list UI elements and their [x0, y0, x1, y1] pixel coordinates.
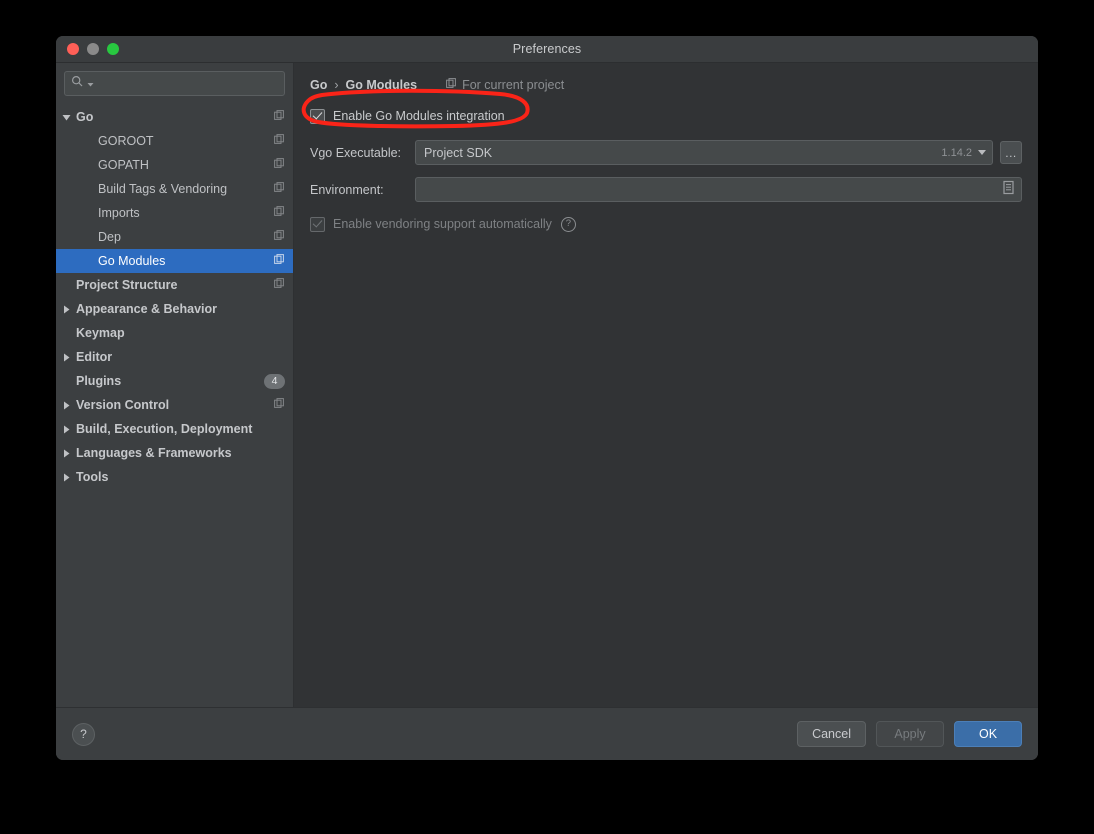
project-scope: For current project	[446, 78, 564, 92]
sidebar-item-label: Dep	[98, 230, 121, 244]
sidebar-item-label: Go Modules	[98, 254, 166, 268]
sidebar-item-go-modules[interactable]: Go Modules	[56, 249, 293, 273]
sidebar-item-label: Tools	[76, 470, 109, 484]
sidebar-item-gopath[interactable]: GOPATH	[56, 153, 293, 177]
vgo-executable-label: Vgo Executable:	[310, 145, 402, 160]
sidebar-item-label: GOPATH	[98, 158, 149, 172]
vgo-sdk-version: 1.14.2	[941, 146, 972, 159]
sidebar-item-label: Plugins	[76, 374, 122, 388]
environment-row: Environment:	[310, 177, 1022, 202]
project-scope-icon	[274, 156, 285, 174]
chevron-down-icon[interactable]	[978, 150, 986, 155]
sidebar-item-tools[interactable]: Tools	[56, 465, 293, 489]
window-titlebar: Preferences	[56, 36, 1038, 63]
dialog-body: Go GOROOT GOPATH Build Tags & Vendoring Impo…	[56, 63, 1038, 707]
vgo-executable-value: Project SDK	[424, 145, 493, 160]
breadcrumb: Go › Go Modules For current project	[310, 76, 1022, 94]
sidebar-item-label: Appearance & Behavior	[76, 302, 218, 316]
dialog-footer: ? Cancel Apply OK	[56, 707, 1038, 760]
search-box[interactable]	[64, 71, 285, 96]
enable-go-modules-checkbox[interactable]	[310, 108, 325, 124]
sidebar-item-label: Keymap	[76, 326, 125, 340]
go-modules-panel: Go › Go Modules For current project Enab…	[294, 63, 1038, 707]
chevron-right-icon[interactable]	[56, 353, 76, 362]
sidebar-item-label: Build Tags & Vendoring	[98, 182, 228, 196]
sidebar-item-goroot[interactable]: GOROOT	[56, 129, 293, 153]
apply-button: Apply	[876, 721, 944, 747]
vendoring-checkbox	[310, 216, 325, 232]
sidebar-item-label: Languages & Frameworks	[76, 446, 232, 460]
browse-vgo-executable-button[interactable]: ...	[1000, 141, 1022, 164]
environment-label: Environment:	[310, 182, 384, 197]
vendoring-help-icon[interactable]: ?	[560, 216, 576, 232]
chevron-down-icon[interactable]	[56, 113, 76, 122]
project-scope-icon	[274, 108, 285, 126]
vendoring-row: Enable vendoring support automatically ?	[310, 214, 1022, 234]
sidebar-item-build-execution-deployment[interactable]: Build, Execution, Deployment	[56, 417, 293, 441]
search-input[interactable]	[97, 76, 278, 91]
breadcrumb-parent[interactable]: Go	[310, 78, 327, 92]
project-scope-icon	[274, 180, 285, 198]
sidebar-item-keymap[interactable]: Keymap	[56, 321, 293, 345]
sidebar-item-label: Imports	[98, 206, 140, 220]
sidebar-item-build-tags-vendoring[interactable]: Build Tags & Vendoring	[56, 177, 293, 201]
sidebar-item-dep[interactable]: Dep	[56, 225, 293, 249]
cancel-button[interactable]: Cancel	[797, 721, 866, 747]
sidebar-item-label: Editor	[76, 350, 113, 364]
sidebar-item-version-control[interactable]: Version Control	[56, 393, 293, 417]
sidebar-item-plugins[interactable]: Plugins 4	[56, 369, 293, 393]
sidebar-item-project-structure[interactable]: Project Structure	[56, 273, 293, 297]
chevron-right-icon[interactable]	[56, 401, 76, 410]
chevron-right-icon[interactable]	[56, 425, 76, 434]
settings-sidebar: Go GOROOT GOPATH Build Tags & Vendoring Impo…	[56, 63, 294, 707]
project-scope-icon	[274, 276, 285, 294]
window-title: Preferences	[512, 42, 582, 56]
sidebar-item-editor[interactable]: Editor	[56, 345, 293, 369]
chevron-right-icon[interactable]	[56, 305, 76, 314]
ok-button[interactable]: OK	[954, 721, 1022, 747]
project-scope-icon	[274, 132, 285, 150]
enable-go-modules-row[interactable]: Enable Go Modules integration	[310, 106, 1022, 126]
chevron-right-icon[interactable]	[56, 473, 76, 482]
enable-go-modules-label[interactable]: Enable Go Modules integration	[333, 109, 505, 123]
breadcrumb-current: Go Modules	[345, 78, 418, 92]
close-window-icon[interactable]	[67, 43, 79, 55]
environment-field[interactable]	[415, 177, 1022, 202]
search-dropdown-icon[interactable]	[87, 75, 94, 93]
sidebar-item-go[interactable]: Go	[56, 105, 293, 129]
sidebar-item-label: Version Control	[76, 398, 170, 412]
sidebar-item-languages-frameworks[interactable]: Languages & Frameworks	[56, 441, 293, 465]
project-scope-icon	[274, 396, 285, 414]
sidebar-item-appearance-behavior[interactable]: Appearance & Behavior	[56, 297, 293, 321]
project-scope-icon	[274, 228, 285, 246]
project-scope-icon	[274, 204, 285, 222]
preferences-window: Preferences Go GOROOT GOPATH Build Tags …	[56, 36, 1038, 760]
breadcrumb-separator: ›	[334, 78, 339, 92]
sidebar-item-label: Build, Execution, Deployment	[76, 422, 253, 436]
chevron-right-icon[interactable]	[56, 449, 76, 458]
project-scope-label: For current project	[462, 78, 565, 92]
environment-list-icon[interactable]	[1001, 180, 1016, 200]
project-scope-icon	[446, 78, 457, 92]
settings-tree[interactable]: Go GOROOT GOPATH Build Tags & Vendoring Impo…	[56, 102, 293, 707]
project-scope-icon	[274, 252, 285, 270]
minimize-window-icon[interactable]	[87, 43, 99, 55]
vgo-executable-combobox[interactable]: Project SDK 1.14.2	[415, 140, 993, 165]
sidebar-item-label: GOROOT	[98, 134, 154, 148]
vgo-executable-row: Vgo Executable: Project SDK 1.14.2 ...	[310, 140, 1022, 165]
search-icon	[71, 75, 84, 93]
environment-input[interactable]	[424, 182, 1001, 197]
search-container	[56, 71, 293, 102]
plugins-count-badge: 4	[264, 373, 285, 389]
sidebar-item-label: Project Structure	[76, 278, 178, 292]
sidebar-item-label: Go	[76, 110, 94, 124]
vendoring-label: Enable vendoring support automatically	[333, 217, 552, 231]
traffic-lights	[67, 36, 119, 62]
maximize-window-icon[interactable]	[107, 43, 119, 55]
sidebar-item-imports[interactable]: Imports	[56, 201, 293, 225]
help-button[interactable]: ?	[72, 722, 95, 746]
